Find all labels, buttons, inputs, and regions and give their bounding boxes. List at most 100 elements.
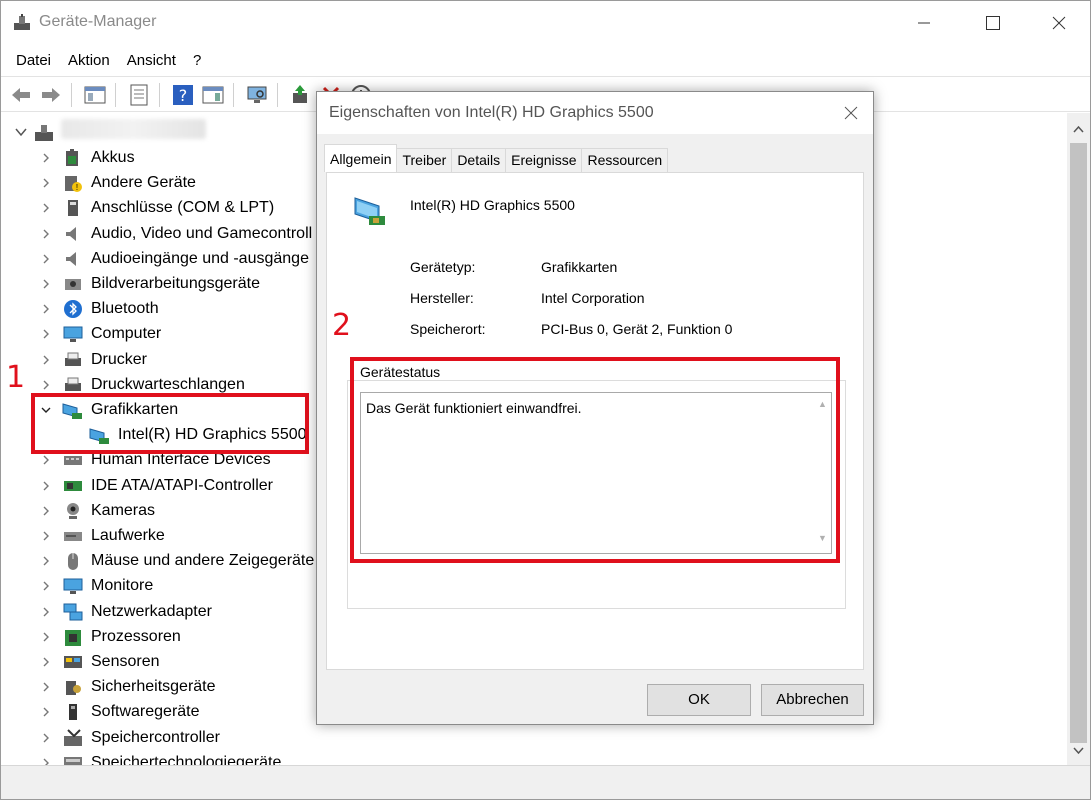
tree-scrollbar-thumb[interactable] <box>1070 143 1087 743</box>
tree-category-item[interactable]: Kameras <box>1 499 331 524</box>
tree-category-item[interactable]: Softwaregeräte <box>1 700 331 725</box>
tree-category-item[interactable]: Anschlüsse (COM & LPT) <box>1 196 331 221</box>
location-label: Speicherort: <box>410 321 486 337</box>
tree-category-item[interactable]: IDE ATA/ATAPI-Controller <box>1 474 331 499</box>
tab-treiber[interactable]: Treiber <box>396 148 453 172</box>
tree-category-item[interactable]: Audio, Video und Gamecontroll <box>1 222 331 247</box>
scan-hardware-icon[interactable] <box>245 83 269 107</box>
tree-category-item[interactable]: Prozessoren <box>1 625 331 650</box>
webcam-icon <box>67 503 79 519</box>
processor-icon <box>65 630 81 646</box>
tab-allgemein[interactable]: Allgemein <box>324 144 398 172</box>
chevron-right-icon[interactable] <box>41 380 51 390</box>
storage-tech-icon <box>64 757 82 765</box>
chevron-right-icon[interactable] <box>41 707 51 717</box>
tree-category-item[interactable]: Bildverarbeitungsgeräte <box>1 272 331 297</box>
chevron-right-icon[interactable] <box>41 531 51 541</box>
tree-category-item[interactable]: Laufwerke <box>1 524 331 549</box>
dialog-close-button[interactable] <box>827 92 873 134</box>
chevron-right-icon[interactable] <box>41 556 51 566</box>
chevron-right-icon[interactable] <box>41 481 51 491</box>
tree-category-item[interactable]: Mäuse und andere Zeigegeräte <box>1 549 331 574</box>
minimize-icon <box>918 22 930 24</box>
chevron-right-icon[interactable] <box>41 657 51 667</box>
menu-datei[interactable]: Datei <box>1 47 61 75</box>
chevron-right-icon[interactable] <box>41 455 51 465</box>
menu-aktion[interactable]: Aktion <box>61 47 120 75</box>
tree-category-item[interactable]: Akkus <box>1 146 331 171</box>
tab-ereignisse[interactable]: Ereignisse <box>505 148 583 172</box>
action-pane-icon[interactable] <box>201 83 225 107</box>
location-value: PCI-Bus 0, Gerät 2, Funktion 0 <box>541 321 733 337</box>
chevron-right-icon[interactable] <box>41 682 51 692</box>
chevron-right-icon[interactable] <box>41 758 51 765</box>
tree-category-item[interactable]: Monitore <box>1 574 331 599</box>
monitor-icon <box>63 578 83 594</box>
tree-category-item[interactable]: Audioeingänge und -ausgänge <box>1 247 331 272</box>
chevron-right-icon[interactable] <box>41 506 51 516</box>
forward-icon[interactable] <box>39 83 63 107</box>
ok-button[interactable]: OK <box>647 684 751 716</box>
tab-details[interactable]: Details <box>451 148 507 172</box>
computer-icon <box>63 326 83 342</box>
menu-ansicht[interactable]: Ansicht <box>120 47 186 75</box>
tree-item-label: Monitore <box>91 577 154 594</box>
minimize-button[interactable] <box>901 1 947 45</box>
chevron-right-icon[interactable] <box>41 153 51 163</box>
chevron-right-icon[interactable] <box>41 203 51 213</box>
tree-category-item[interactable]: Speichertechnologiegeräte <box>1 751 331 765</box>
cancel-button[interactable]: Abbrechen <box>761 684 864 716</box>
tree-item-label: Audioeingänge und -ausgänge <box>91 250 309 267</box>
drive-icon <box>64 532 82 541</box>
annotation-box-1 <box>31 393 309 454</box>
show-hide-console-icon[interactable] <box>83 83 107 107</box>
menu-bar: Datei Aktion Ansicht ? <box>1 47 1090 75</box>
chevron-right-icon[interactable] <box>41 607 51 617</box>
update-driver-icon[interactable] <box>289 83 313 107</box>
tree-item-label: Softwaregeräte <box>91 703 200 720</box>
tree-category-item[interactable]: Netzwerkadapter <box>1 600 331 625</box>
tree-category-item[interactable]: Drucker <box>1 348 331 373</box>
tree-category-item[interactable]: Speichercontroller <box>1 726 331 751</box>
dialog-title: Eigenschaften von Intel(R) HD Graphics 5… <box>329 104 654 121</box>
tree-item-label: Netzwerkadapter <box>91 603 212 620</box>
scroll-up-icon[interactable] <box>1067 119 1090 139</box>
menu-help[interactable]: ? <box>186 47 211 75</box>
chevron-right-icon[interactable] <box>41 304 51 314</box>
scroll-down-icon[interactable] <box>1067 741 1090 761</box>
tree-root[interactable] <box>13 123 63 143</box>
tree-item-label: Prozessoren <box>91 628 181 645</box>
close-button[interactable] <box>1036 1 1082 45</box>
chevron-right-icon[interactable] <box>41 581 51 591</box>
chevron-right-icon[interactable] <box>41 355 51 365</box>
tree-category-item[interactable]: ! Andere Geräte <box>1 171 331 196</box>
tab-ressourcen[interactable]: Ressourcen <box>581 148 669 172</box>
tree-category-item[interactable]: Bluetooth <box>1 297 331 322</box>
maximize-icon <box>986 16 1000 30</box>
tree-item-label: Akkus <box>91 149 135 166</box>
tree-scrollbar[interactable] <box>1067 113 1090 765</box>
chevron-right-icon[interactable] <box>41 279 51 289</box>
svg-text:?: ? <box>179 86 188 105</box>
tree-item-label: IDE ATA/ATAPI-Controller <box>91 477 273 494</box>
tree-category-item[interactable]: Sensoren <box>1 650 331 675</box>
back-icon[interactable] <box>9 83 33 107</box>
tree-category-item[interactable]: Sicherheitsgeräte <box>1 675 331 700</box>
ide-controller-icon <box>64 481 82 491</box>
tree-category-item[interactable]: Computer <box>1 322 331 347</box>
chevron-right-icon[interactable] <box>41 178 51 188</box>
chevron-right-icon[interactable] <box>41 329 51 339</box>
chevron-right-icon[interactable] <box>41 254 51 264</box>
chevron-right-icon[interactable] <box>41 733 51 743</box>
chevron-right-icon[interactable] <box>41 229 51 239</box>
speaker-icon <box>66 227 76 241</box>
maximize-button[interactable] <box>970 1 1016 45</box>
tree-item-label: Audio, Video und Gamecontroll <box>91 225 313 242</box>
close-icon <box>1052 16 1066 30</box>
properties-icon[interactable] <box>127 83 151 107</box>
window-title: Geräte-Manager <box>39 13 157 30</box>
annotation-number-1: 1 <box>6 360 26 395</box>
chevron-right-icon[interactable] <box>41 632 51 642</box>
device-name: Intel(R) HD Graphics 5500 <box>410 197 575 213</box>
help-icon[interactable]: ? <box>171 83 195 107</box>
